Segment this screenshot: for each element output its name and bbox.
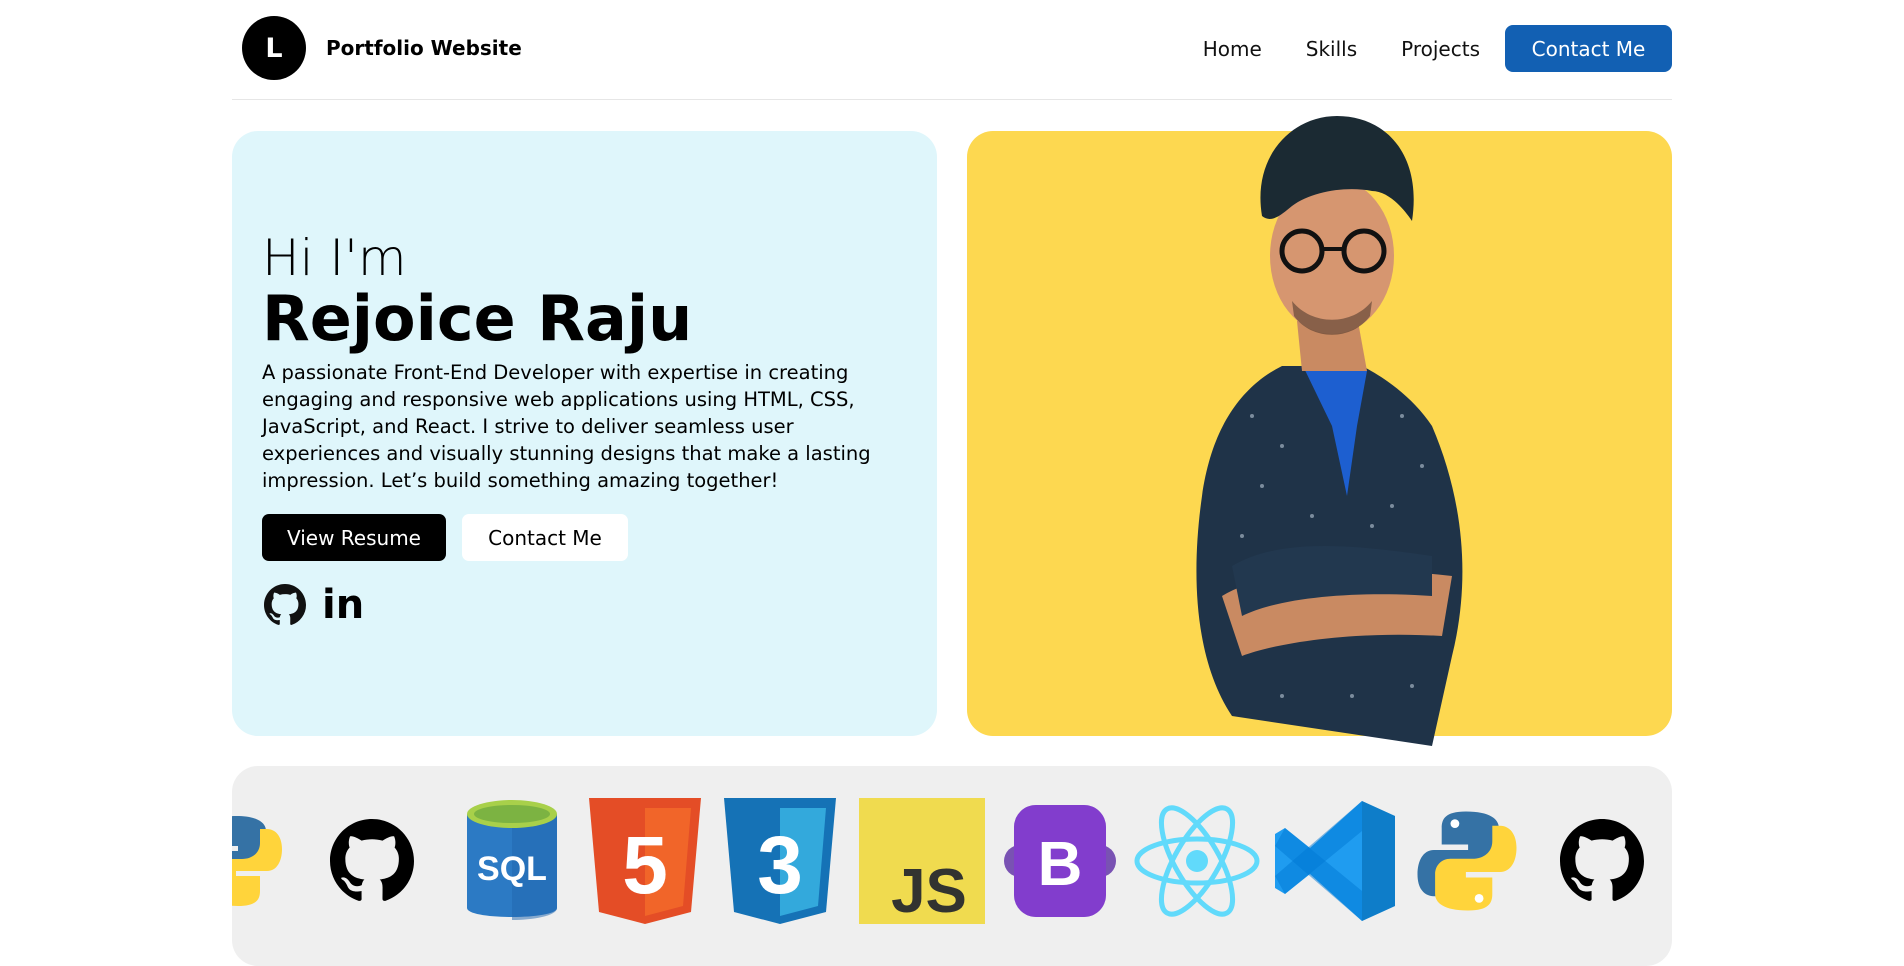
profile-photo	[1196, 116, 1463, 746]
html5-icon: 5	[587, 796, 702, 926]
main-nav: Home Skills Projects Contact Me	[1203, 25, 1672, 72]
logo-avatar[interactable]: L	[242, 16, 306, 80]
skills-strip: SQL 5 3 JS B	[232, 766, 1672, 966]
linkedin-icon[interactable]: in	[322, 584, 364, 626]
social-links: in	[264, 584, 364, 626]
contact-me-button[interactable]: Contact Me	[462, 514, 628, 561]
sql-icon: SQL	[457, 796, 567, 926]
react-icon	[1132, 796, 1262, 926]
github-icon	[327, 796, 417, 926]
sql-text: SQL	[477, 850, 547, 888]
javascript-icon: JS	[857, 796, 987, 926]
python-icon	[232, 796, 282, 926]
nav-home[interactable]: Home	[1203, 37, 1262, 61]
css3-number: 3	[757, 820, 803, 911]
css3-icon: 3	[722, 796, 837, 926]
page: L Portfolio Website Home Skills Projects…	[232, 0, 1672, 966]
site-title: Portfolio Website	[326, 36, 522, 60]
hero-bio: A passionate Front-End Developer with ex…	[262, 361, 871, 492]
bootstrap-letter: B	[1037, 830, 1082, 899]
python-icon	[1412, 796, 1522, 926]
nav-contact-button[interactable]: Contact Me	[1505, 25, 1672, 72]
view-resume-button[interactable]: View Resume	[262, 514, 446, 561]
github-icon	[1557, 796, 1647, 926]
bootstrap-icon: B	[1002, 796, 1117, 926]
intro-card: Hi I'm Rejoice Raju A passionate Front-E…	[232, 131, 937, 736]
site-header: L Portfolio Website Home Skills Projects…	[232, 0, 1672, 100]
vscode-icon	[1270, 796, 1400, 926]
logo-letter: L	[265, 32, 283, 64]
github-icon[interactable]	[264, 584, 306, 626]
greeting: Hi I'm	[262, 229, 407, 287]
javascript-text: JS	[891, 857, 967, 924]
hero-name: Rejoice Raju	[262, 282, 693, 355]
nav-projects[interactable]: Projects	[1401, 37, 1480, 61]
html5-number: 5	[622, 820, 668, 911]
nav-skills[interactable]: Skills	[1306, 37, 1357, 61]
